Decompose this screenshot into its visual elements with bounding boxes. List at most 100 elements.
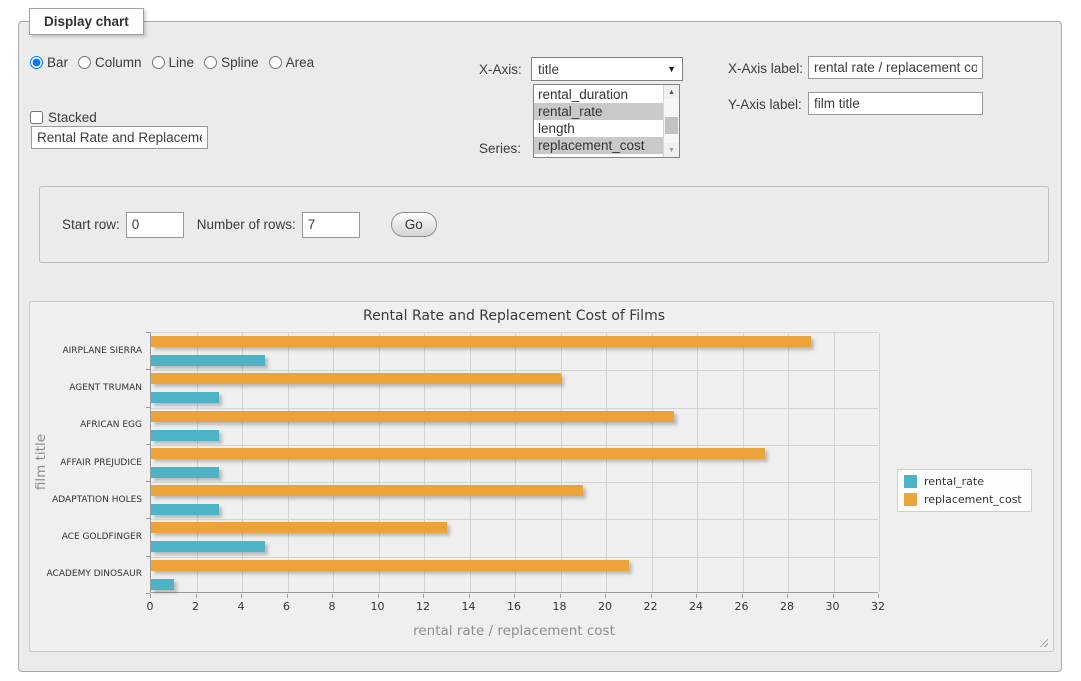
start-row-label: Start row: — [62, 217, 120, 232]
legend-item-replacement_cost: replacement_cost — [904, 493, 1022, 506]
scrollbar-thumb[interactable] — [665, 117, 678, 134]
go-button[interactable]: Go — [391, 212, 437, 237]
x-tick-label: 26 — [722, 600, 762, 613]
y-tick-mark — [146, 593, 150, 594]
x-tick-label: 10 — [358, 600, 398, 613]
x-tick-label: 8 — [312, 600, 352, 613]
gridline — [834, 333, 835, 592]
x-tick-mark — [833, 594, 834, 598]
x-tick-mark — [469, 594, 470, 598]
chart-type-radio-area[interactable] — [269, 56, 282, 69]
stacked-checkbox-row[interactable]: Stacked — [30, 110, 97, 125]
x-axis-label-input[interactable] — [808, 56, 983, 79]
chart-type-radio-group: Bar Column Line Spline Area — [30, 55, 314, 70]
bar-replacement_cost — [151, 411, 674, 422]
y-tick-mark — [146, 481, 150, 482]
number-of-rows-input[interactable] — [302, 212, 360, 238]
chevron-down-icon: ▼ — [667, 64, 676, 74]
y-tick-mark — [146, 518, 150, 519]
bar-rental_rate — [151, 541, 265, 552]
x-tick-mark — [514, 594, 515, 598]
bar-replacement_cost — [151, 485, 583, 496]
bar-rental_rate — [151, 355, 265, 366]
series-options: rental_durationrental_ratelengthreplacem… — [534, 85, 663, 157]
series-option-replacement_cost[interactable]: replacement_cost — [534, 137, 663, 154]
start-row-input[interactable] — [126, 212, 184, 238]
gridline — [743, 333, 744, 592]
chart-type-label: Spline — [221, 55, 259, 70]
gridline — [379, 333, 380, 592]
gridline — [151, 445, 878, 446]
y-tick-mark — [146, 556, 150, 557]
x-tick-mark — [742, 594, 743, 598]
y-axis-label-field-label: Y-Axis label: — [728, 97, 802, 112]
gridline — [151, 408, 878, 409]
y-tick-mark — [146, 444, 150, 445]
x-tick-mark — [196, 594, 197, 598]
legend-label: replacement_cost — [924, 493, 1022, 506]
bar-replacement_cost — [151, 373, 561, 384]
scroll-down-icon[interactable]: ▼ — [664, 143, 679, 157]
bar-replacement_cost — [151, 522, 447, 533]
x-tick-label: 18 — [540, 600, 580, 613]
panel-title: Display chart — [29, 8, 144, 35]
chart-title-input[interactable] — [31, 126, 208, 149]
gridline — [788, 333, 789, 592]
gridline — [470, 333, 471, 592]
gridline — [606, 333, 607, 592]
series-listbox[interactable]: rental_durationrental_ratelengthreplacem… — [533, 84, 680, 158]
x-axis-select-value: title — [538, 62, 667, 77]
chart-type-label: Line — [169, 55, 195, 70]
chart-type-column[interactable]: Column — [78, 55, 142, 70]
series-label: Series: — [479, 141, 521, 156]
chart-type-area[interactable]: Area — [269, 55, 315, 70]
chart-type-radio-spline[interactable] — [204, 56, 217, 69]
x-tick-mark — [651, 594, 652, 598]
bar-rental_rate — [151, 504, 219, 515]
y-tick-mark — [146, 369, 150, 370]
series-option-rental_rate[interactable]: rental_rate — [534, 103, 663, 120]
chart-type-radio-line[interactable] — [152, 56, 165, 69]
x-tick-mark — [696, 594, 697, 598]
y-axis-title: film title — [32, 332, 50, 593]
x-tick-mark — [150, 594, 151, 598]
series-option-rental_duration[interactable]: rental_duration — [534, 86, 663, 103]
chart-type-label: Bar — [47, 55, 68, 70]
chart-type-radio-column[interactable] — [78, 56, 91, 69]
x-axis-select[interactable]: title ▼ — [531, 57, 683, 81]
resize-handle-icon[interactable] — [1037, 636, 1048, 647]
chart-title: Rental Rate and Replacement Cost of Film… — [150, 308, 878, 324]
y-tick-mark — [146, 332, 150, 333]
chart-type-line[interactable]: Line — [152, 55, 195, 70]
x-tick-mark — [423, 594, 424, 598]
chart-type-bar[interactable]: Bar — [30, 55, 68, 70]
gridline — [151, 370, 878, 371]
gridline — [424, 333, 425, 592]
x-tick-mark — [605, 594, 606, 598]
chart-type-radio-bar[interactable] — [30, 56, 43, 69]
bar-rental_rate — [151, 430, 219, 441]
chart-type-label: Area — [286, 55, 315, 70]
scrollbar[interactable]: ▲ ▼ — [663, 85, 679, 157]
gridline — [561, 333, 562, 592]
x-tick-label: 2 — [176, 600, 216, 613]
series-option-length[interactable]: length — [534, 120, 663, 137]
legend-label: rental_rate — [924, 475, 984, 488]
bar-rental_rate — [151, 467, 219, 478]
x-tick-mark — [241, 594, 242, 598]
y-tick-mark — [146, 407, 150, 408]
plot-area — [150, 332, 878, 593]
x-tick-label: 14 — [449, 600, 489, 613]
gridline — [151, 557, 878, 558]
scrollbar-track[interactable] — [664, 99, 679, 143]
gridline — [697, 333, 698, 592]
bar-rental_rate — [151, 579, 174, 590]
x-tick-label: 30 — [813, 600, 853, 613]
chart-type-spline[interactable]: Spline — [204, 55, 259, 70]
scroll-up-icon[interactable]: ▲ — [664, 85, 679, 99]
x-tick-label: 22 — [631, 600, 671, 613]
stacked-checkbox[interactable] — [30, 111, 43, 124]
y-axis-label-input[interactable] — [808, 92, 983, 115]
x-tick-mark — [878, 594, 879, 598]
rows-form: Start row: Number of rows: Go — [39, 186, 1049, 263]
